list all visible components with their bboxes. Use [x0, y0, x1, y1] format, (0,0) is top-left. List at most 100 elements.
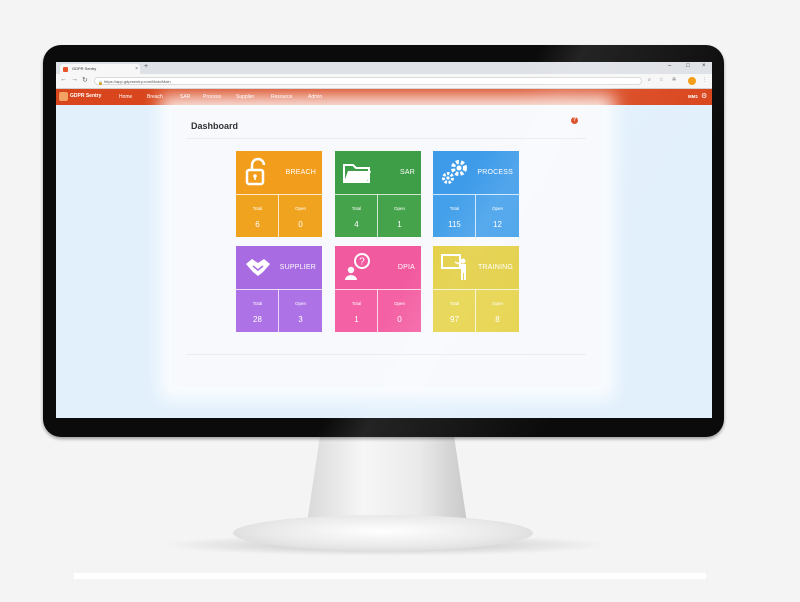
card-divider: [433, 194, 519, 195]
person-question-icon: ?: [342, 252, 372, 282]
total-count[interactable]: 1: [335, 315, 378, 324]
stat-divider: [377, 194, 378, 237]
nav-resource[interactable]: Resource: [271, 94, 292, 100]
stat-divider: [475, 289, 476, 332]
card-divider: [236, 289, 322, 290]
nav-process[interactable]: Process: [203, 94, 221, 100]
stat-divider: [475, 194, 476, 237]
open-count[interactable]: 1: [378, 220, 421, 229]
card-title: BREACH: [285, 169, 316, 176]
gears-icon: [440, 157, 470, 187]
card-training[interactable]: TRAINING Total Open 97 8: [433, 246, 519, 332]
open-count[interactable]: 12: [476, 220, 519, 229]
svg-text:?: ?: [359, 257, 365, 268]
card-divider: [335, 194, 421, 195]
minimize-button[interactable]: –: [668, 63, 671, 69]
app-navbar: GDPR Sentry Home Breach SAR Process Supp…: [56, 89, 712, 105]
card-breach[interactable]: BREACH Total Open 6 0: [236, 151, 322, 237]
stat-divider: [377, 289, 378, 332]
total-label: Total: [449, 206, 460, 211]
bookmark-star-icon[interactable]: ☆: [659, 77, 663, 83]
card-title: PROCESS: [477, 169, 513, 176]
extension-icon[interactable]: ✇: [672, 77, 676, 83]
card-stats: Total Open 28 3: [236, 289, 322, 332]
total-count[interactable]: 6: [236, 220, 279, 229]
maximize-button[interactable]: □: [686, 63, 690, 69]
nav-sar[interactable]: SAR: [180, 94, 190, 100]
card-title: SAR: [400, 169, 415, 176]
zoom-icon[interactable]: ⌕: [648, 77, 651, 83]
card-header[interactable]: ? DPIA: [335, 246, 421, 289]
monitor-stand-neck: [307, 437, 467, 523]
tab-close-icon[interactable]: ×: [135, 64, 138, 74]
nav-breach[interactable]: Breach: [147, 94, 163, 100]
card-stats: Total Open 1 0: [335, 289, 421, 332]
handshake-icon: [243, 252, 273, 282]
total-count[interactable]: 28: [236, 315, 279, 324]
total-count[interactable]: 115: [433, 220, 476, 229]
card-header[interactable]: PROCESS: [433, 151, 519, 194]
total-label: Total: [449, 301, 460, 306]
brand-name[interactable]: GDPR Sentry: [70, 93, 101, 99]
total-label: Total: [252, 206, 263, 211]
stat-divider: [278, 194, 279, 237]
title-divider: [186, 138, 586, 139]
back-icon[interactable]: ←: [60, 76, 67, 83]
nav-home[interactable]: Home: [119, 94, 132, 100]
open-label: Open: [294, 206, 306, 211]
stat-divider: [278, 289, 279, 332]
total-label: Total: [252, 301, 263, 306]
presenter-board-icon: [440, 252, 470, 282]
card-process[interactable]: PROCESS Total Open 115 12: [433, 151, 519, 237]
total-count[interactable]: 4: [335, 220, 378, 229]
card-header[interactable]: SAR: [335, 151, 421, 194]
settings-gear-icon[interactable]: ⚙: [701, 92, 707, 100]
favicon-icon: [63, 67, 68, 72]
help-icon[interactable]: ?: [571, 117, 578, 124]
open-label: Open: [393, 301, 405, 306]
nav-supplier[interactable]: Supplier: [236, 94, 254, 100]
bottom-divider: [186, 354, 586, 355]
open-count[interactable]: 0: [279, 220, 322, 229]
card-sar[interactable]: SAR Total Open 4 1: [335, 151, 421, 237]
browser-tab[interactable]: GDPR Sentry ×: [60, 64, 140, 74]
browser-tab-bar: GDPR Sentry × + – □ ×: [56, 62, 712, 74]
card-title: SUPPLIER: [279, 264, 316, 271]
reload-icon[interactable]: ↻: [82, 76, 88, 84]
menu-dots-icon[interactable]: ⋮: [702, 77, 707, 83]
brand-logo-icon[interactable]: [59, 92, 68, 101]
open-label: Open: [491, 301, 503, 306]
card-stats: Total Open 4 1: [335, 194, 421, 237]
card-header[interactable]: BREACH: [236, 151, 322, 194]
open-count[interactable]: 0: [378, 315, 421, 324]
forward-icon[interactable]: →: [71, 76, 78, 83]
unlocked-padlock-icon: [243, 157, 273, 187]
new-tab-button[interactable]: +: [144, 63, 148, 70]
profile-avatar-icon[interactable]: [688, 77, 696, 85]
address-bar[interactable]: 🔒 https://app.gdprsentry.com/Main/Main: [94, 77, 642, 85]
user-name[interactable]: MM1: [688, 94, 698, 99]
card-divider: [433, 289, 519, 290]
total-label: Total: [351, 206, 362, 211]
card-divider: [335, 289, 421, 290]
close-window-button[interactable]: ×: [702, 63, 706, 69]
browser-toolbar: ← → ↻ 🔒 https://app.gdprsentry.com/Main/…: [56, 74, 712, 89]
card-header[interactable]: TRAINING: [433, 246, 519, 289]
page-title: Dashboard: [191, 121, 239, 131]
floor-line: [74, 573, 706, 579]
open-label: Open: [491, 206, 503, 211]
card-stats: Total Open 97 8: [433, 289, 519, 332]
card-title: DPIA: [397, 264, 415, 271]
card-stats: Total Open 6 0: [236, 194, 322, 237]
card-header[interactable]: SUPPLIER: [236, 246, 322, 289]
url-text: https://app.gdprsentry.com/Main/Main: [104, 79, 171, 84]
open-count[interactable]: 3: [279, 315, 322, 324]
tab-title: GDPR Sentry: [72, 66, 97, 71]
open-count[interactable]: 8: [476, 315, 519, 324]
open-label: Open: [393, 206, 405, 211]
nav-admin[interactable]: Admin: [308, 94, 322, 100]
open-label: Open: [294, 301, 306, 306]
total-count[interactable]: 97: [433, 315, 476, 324]
card-dpia[interactable]: ? DPIA Total Open 1 0: [335, 246, 421, 332]
card-supplier[interactable]: SUPPLIER Total Open 28 3: [236, 246, 322, 332]
